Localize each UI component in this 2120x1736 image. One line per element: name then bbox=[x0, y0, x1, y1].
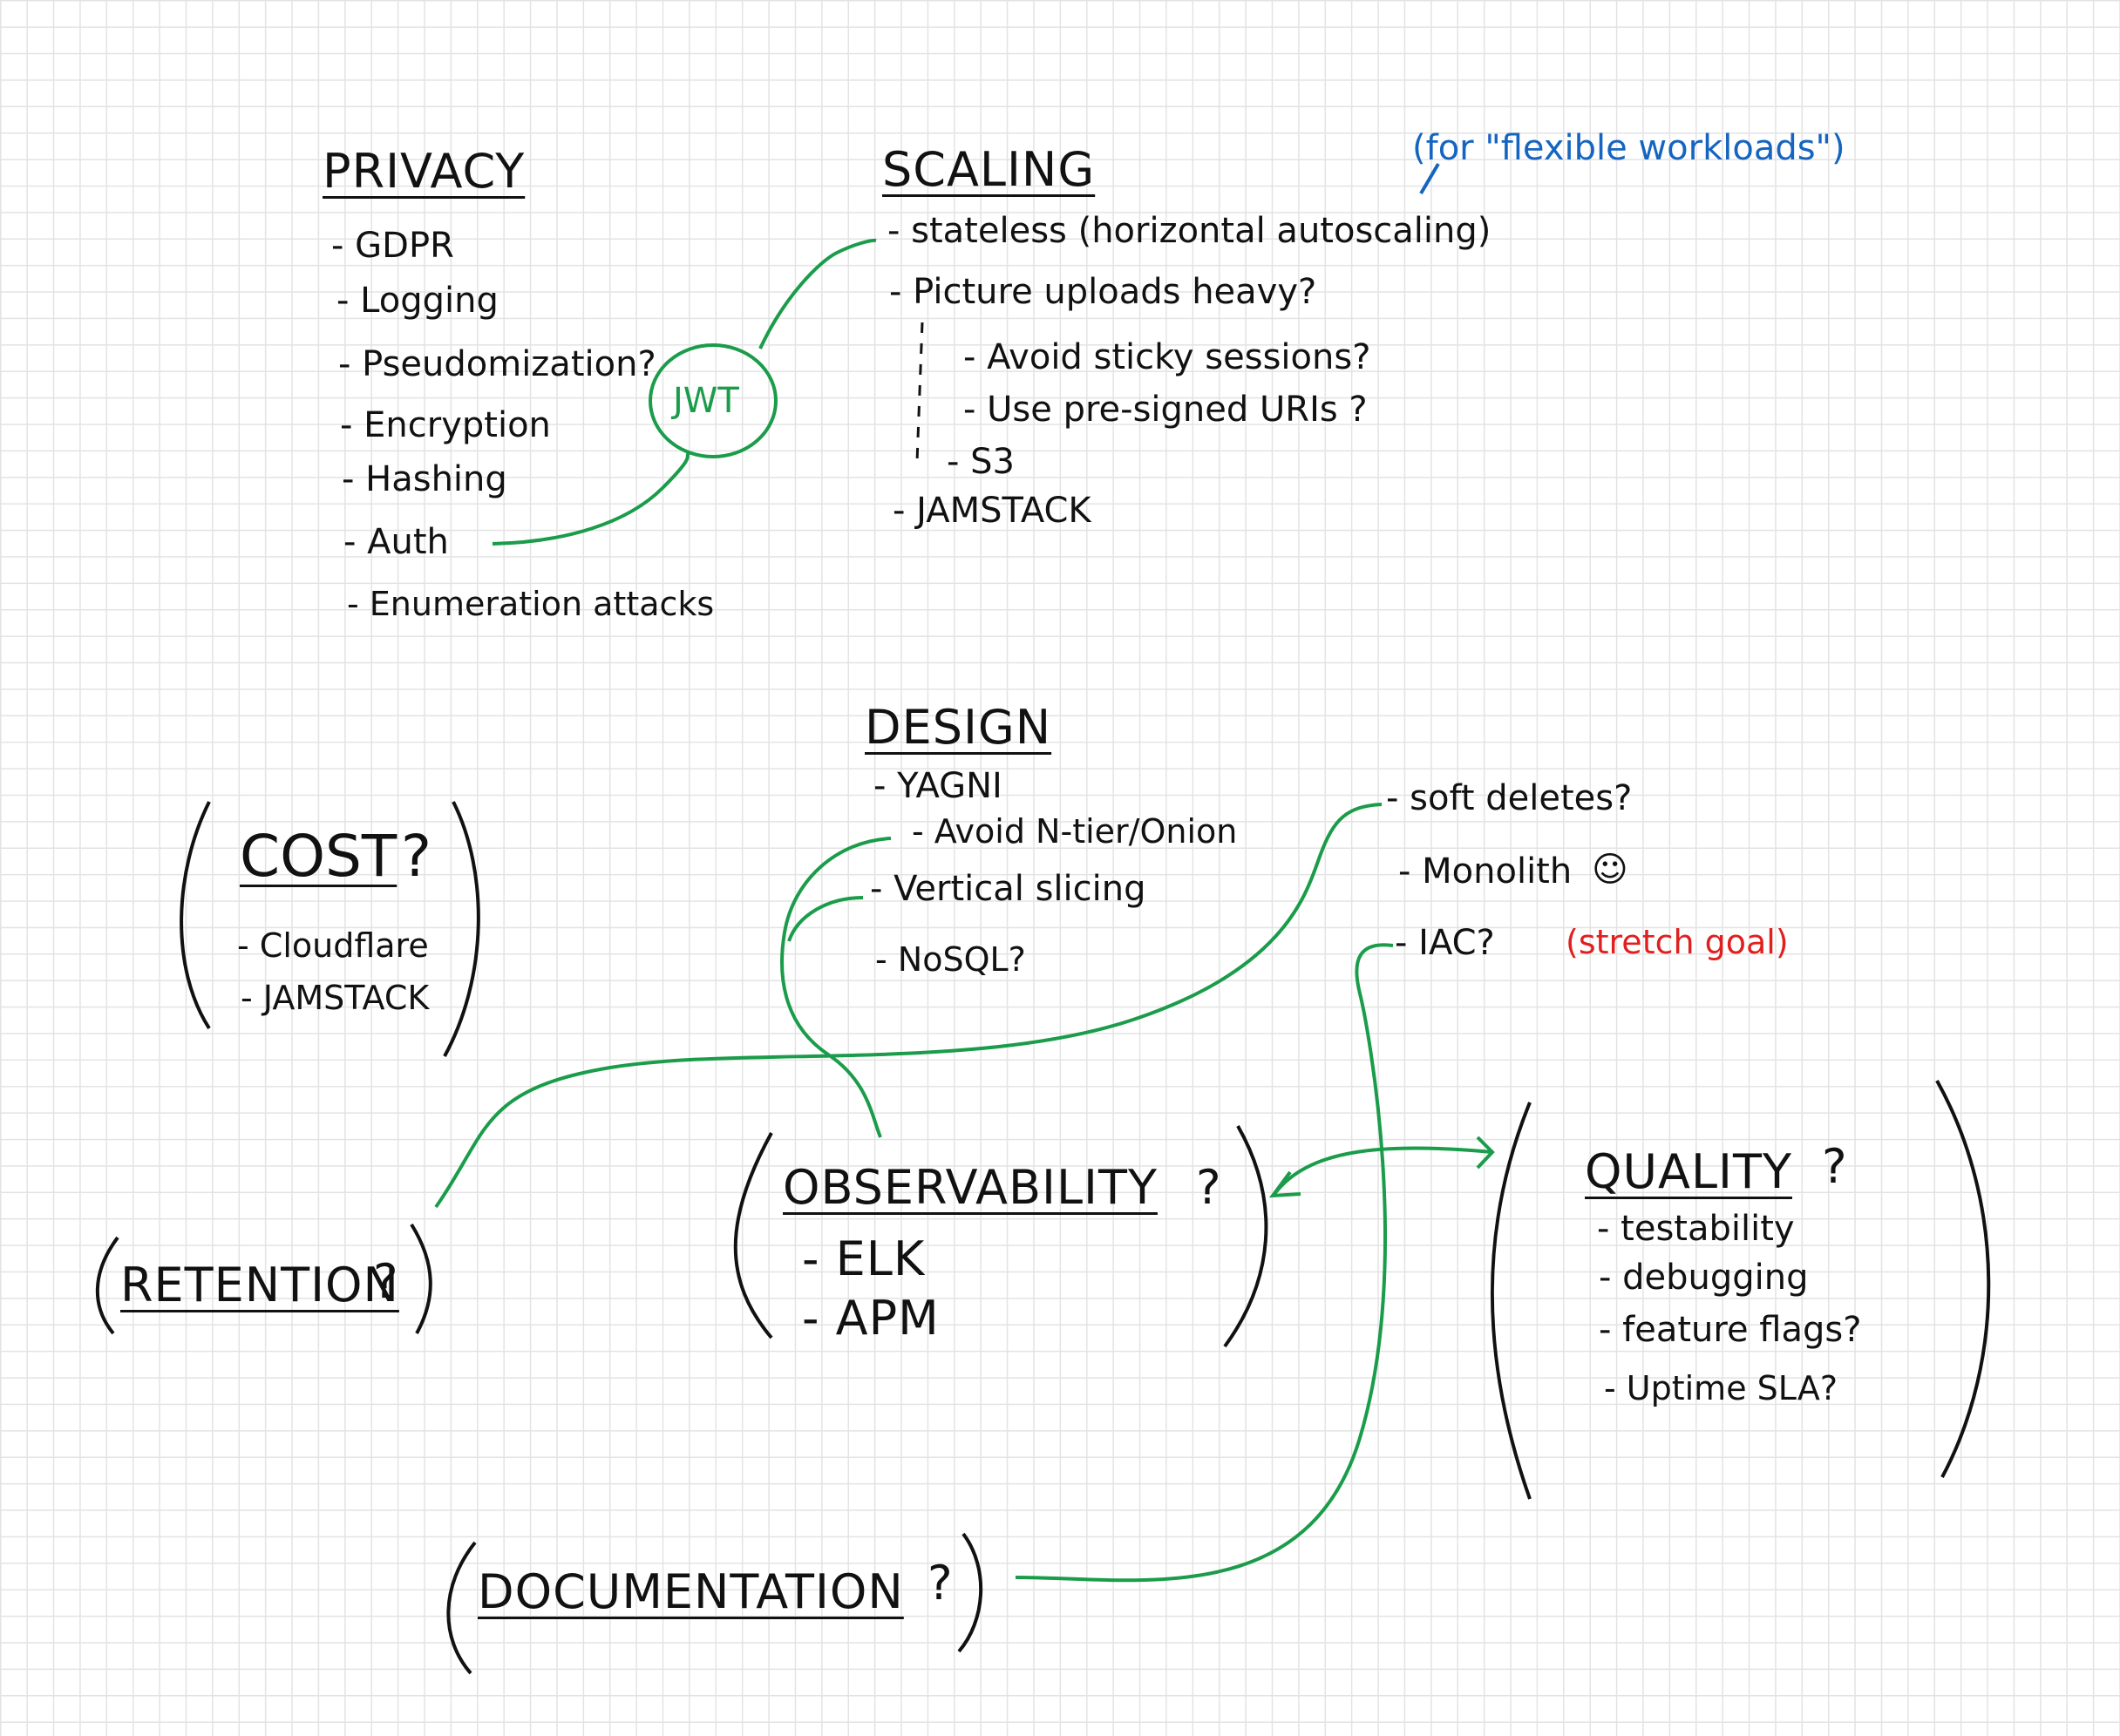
privacy-item: - Logging bbox=[336, 281, 499, 321]
arrowhead-observability bbox=[1268, 1170, 1301, 1198]
observability-heading: OBSERVABILITY bbox=[783, 1160, 1158, 1215]
cost-item: - Cloudflare bbox=[237, 926, 429, 965]
design-subitem: - Avoid N-tier/Onion bbox=[912, 812, 1238, 851]
retention-bracket-right bbox=[410, 1223, 432, 1334]
observability-item: - ELK bbox=[802, 1231, 926, 1286]
cost-question: ? bbox=[401, 823, 432, 890]
privacy-item: - Hashing bbox=[342, 459, 507, 499]
quality-question: ? bbox=[1822, 1139, 1848, 1194]
privacy-item: - Encryption bbox=[340, 405, 551, 445]
design-right-item: - IAC? bbox=[1395, 923, 1495, 963]
design-item: - Vertical slicing bbox=[870, 869, 1146, 909]
quality-bracket-right bbox=[1935, 1080, 1991, 1478]
quality-bracket-left bbox=[1490, 1102, 1532, 1500]
design-heading: DESIGN bbox=[865, 700, 1052, 755]
connector-jwt-stateless bbox=[758, 238, 877, 349]
privacy-item: - Enumeration attacks bbox=[347, 585, 715, 623]
jwt-label: JWT bbox=[673, 381, 739, 421]
whiteboard-canvas: PRIVACY - GDPR - Logging - Pseudomizatio… bbox=[0, 0, 2120, 1736]
connector-iac-documentation bbox=[1015, 943, 1394, 1583]
privacy-item: - GDPR bbox=[331, 226, 454, 266]
quality-item: - testability bbox=[1597, 1209, 1795, 1249]
observability-bracket-left bbox=[733, 1132, 773, 1339]
quality-item: - feature flags? bbox=[1599, 1310, 1862, 1350]
scaling-subitem: - S3 bbox=[947, 442, 1015, 482]
documentation-heading: DOCUMENTATION bbox=[478, 1564, 904, 1619]
cost-bracket-left bbox=[180, 801, 211, 1030]
scaling-item: - Picture uploads heavy? bbox=[889, 272, 1317, 312]
cost-item: - JAMSTACK bbox=[241, 979, 430, 1017]
scaling-subitems-guide bbox=[915, 322, 924, 463]
quality-heading: QUALITY bbox=[1585, 1144, 1792, 1199]
connector-vertical-observability bbox=[787, 896, 864, 942]
annotation-pointer bbox=[1419, 162, 1440, 195]
retention-heading: RETENTION bbox=[120, 1258, 399, 1312]
cost-heading: COST bbox=[240, 823, 398, 890]
observability-item: - APM bbox=[802, 1291, 940, 1346]
connector-auth-jwt bbox=[492, 451, 690, 546]
stretch-goal-note: (stretch goal) bbox=[1566, 923, 1789, 961]
scaling-subitem: - Use pre-signed URIs ? bbox=[963, 390, 1368, 430]
smiley-icon: ☺ bbox=[1592, 850, 1628, 890]
quality-item: - debugging bbox=[1599, 1258, 1809, 1298]
cost-bracket-right bbox=[443, 801, 480, 1057]
retention-bracket-left bbox=[95, 1236, 119, 1335]
design-item: - YAGNI bbox=[873, 766, 1002, 806]
documentation-question: ? bbox=[928, 1556, 954, 1611]
scaling-annotation: (for "flexible workloads") bbox=[1412, 128, 1845, 168]
design-right-item: - Monolith bbox=[1398, 851, 1573, 892]
scaling-item: - stateless (horizontal autoscaling) bbox=[887, 211, 1491, 251]
privacy-item: - Pseudomization? bbox=[338, 344, 656, 384]
design-right-item: - soft deletes? bbox=[1386, 778, 1633, 818]
connector-softdeletes-retention bbox=[434, 803, 1383, 1209]
observability-bracket-right bbox=[1223, 1125, 1268, 1348]
observability-question: ? bbox=[1196, 1160, 1222, 1215]
scaling-item: - JAMSTACK bbox=[893, 491, 1091, 531]
design-item: - NoSQL? bbox=[875, 940, 1026, 979]
retention-question: ? bbox=[373, 1254, 399, 1309]
documentation-bracket-right bbox=[957, 1532, 983, 1653]
quality-item: - Uptime SLA? bbox=[1604, 1369, 1838, 1407]
privacy-item: - Auth bbox=[343, 522, 449, 562]
privacy-heading: PRIVACY bbox=[323, 144, 526, 199]
scaling-subitem: - Avoid sticky sessions? bbox=[963, 337, 1371, 377]
documentation-bracket-left bbox=[446, 1541, 477, 1675]
scaling-heading: SCALING bbox=[882, 142, 1096, 197]
